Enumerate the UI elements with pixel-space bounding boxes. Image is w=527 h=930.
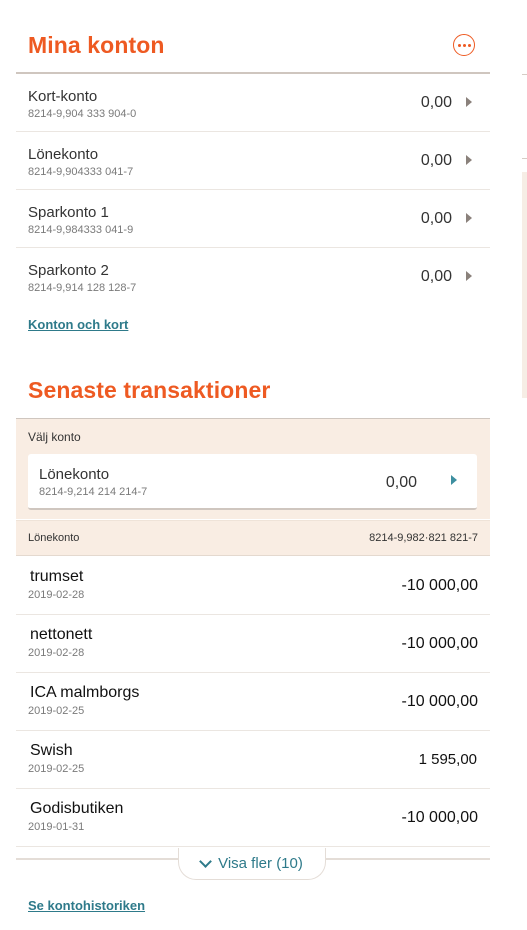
transaction-amount: -10 000,00 (401, 577, 478, 594)
accounts-and-cards-link[interactable]: Konton och kort (28, 317, 128, 332)
account-row-lonekonto[interactable]: Lönekonto 8214-9,904333 041-7 0,00 (16, 132, 490, 190)
strip-account-number: 8214-9,982·821 821-7 (369, 532, 478, 544)
account-name: Lönekonto (28, 146, 99, 163)
account-name: Sparkonto 1 (28, 204, 109, 221)
transaction-date: 2019-02-28 (28, 589, 85, 601)
right-panel-edge (522, 74, 527, 75)
selected-account-name: Lönekonto (39, 466, 110, 483)
chevron-right-icon (466, 213, 472, 223)
transaction-name: Swish (30, 742, 73, 759)
transaction-name: ICA malmborgs (30, 684, 140, 701)
chevron-right-icon (466, 271, 472, 281)
show-more-button[interactable]: Visa fler (10) (178, 848, 326, 880)
account-number: 8214-9,904333 041-7 (28, 166, 134, 178)
selected-account-number: 8214-9,214 214 214-7 (39, 486, 148, 498)
account-name: Kort-konto (28, 88, 98, 105)
transaction-amount: -10 000,00 (401, 809, 478, 826)
transactions-title: Senaste transaktioner (28, 377, 271, 403)
transaction-row[interactable]: nettonett 2019-02-28 -10 000,00 (16, 615, 490, 673)
transaction-date: 2019-02-28 (28, 647, 85, 659)
right-panel-edge (522, 158, 527, 159)
account-name: Sparkonto 2 (28, 262, 109, 279)
chevron-right-icon (466, 97, 472, 107)
account-balance: 0,00 (420, 152, 452, 169)
account-list: Kort-konto 8214-9,904 333 904-0 0,00 Lön… (16, 74, 490, 305)
account-row-sparkonto-2[interactable]: Sparkonto 2 8214-9,914 128 128-7 0,00 (16, 248, 490, 305)
chevron-right-icon (451, 475, 457, 485)
transaction-date: 2019-02-25 (28, 705, 85, 717)
account-balance: 0,00 (420, 268, 452, 285)
account-selector: Välj konto Lönekonto 8214-9,214 214 214-… (16, 419, 490, 519)
transactions-header: Senaste transaktioner (16, 348, 490, 420)
account-select-dropdown[interactable]: Lönekonto 8214-9,214 214 214-7 0,00 (28, 454, 477, 510)
more-options-icon[interactable] (453, 34, 475, 56)
transaction-row[interactable]: trumset 2019-02-28 -10 000,00 (16, 557, 490, 615)
account-info-strip: Lönekonto 8214-9,982·821 821-7 (16, 520, 490, 556)
transaction-name: nettonett (30, 626, 93, 643)
transaction-date: 2019-01-31 (28, 821, 85, 833)
right-panel-edge (522, 172, 527, 398)
transaction-row[interactable]: Godisbutiken 2019-01-31 -10 000,00 (16, 789, 490, 847)
transaction-name: Godisbutiken (30, 800, 124, 817)
transaction-amount: -10 000,00 (401, 693, 478, 710)
chevron-down-icon (199, 855, 212, 868)
show-more-label: Visa fler (10) (218, 855, 303, 872)
accounts-panel: Mina konton Kort-konto 8214-9,904 333 90… (16, 0, 490, 913)
transaction-date: 2019-02-25 (28, 763, 85, 775)
account-history-link[interactable]: Se kontohistoriken (28, 898, 145, 913)
accounts-header: Mina konton (16, 0, 490, 74)
account-balance: 0,00 (420, 94, 452, 111)
account-number: 8214-9,984333 041-9 (28, 224, 134, 236)
account-row-kort-konto[interactable]: Kort-konto 8214-9,904 333 904-0 0,00 (16, 74, 490, 132)
transaction-name: trumset (30, 568, 84, 585)
strip-account-name: Lönekonto (28, 532, 80, 544)
account-number: 8214-9,904 333 904-0 (28, 108, 137, 120)
select-account-label: Välj konto (28, 430, 81, 444)
transaction-amount: -10 000,00 (401, 635, 478, 652)
chevron-right-icon (466, 155, 472, 165)
account-balance: 0,00 (420, 210, 452, 227)
account-number: 8214-9,914 128 128-7 (28, 282, 137, 294)
transaction-list: trumset 2019-02-28 -10 000,00 nettonett … (16, 557, 490, 847)
transaction-row[interactable]: ICA malmborgs 2019-02-25 -10 000,00 (16, 673, 490, 731)
accounts-title: Mina konton (28, 32, 165, 58)
selected-account-balance: 0,00 (385, 474, 417, 491)
transaction-row[interactable]: Swish 2019-02-25 1 595,00 (16, 731, 490, 789)
account-row-sparkonto-1[interactable]: Sparkonto 1 8214-9,984333 041-9 0,00 (16, 190, 490, 248)
transaction-amount: 1 595,00 (418, 751, 477, 768)
